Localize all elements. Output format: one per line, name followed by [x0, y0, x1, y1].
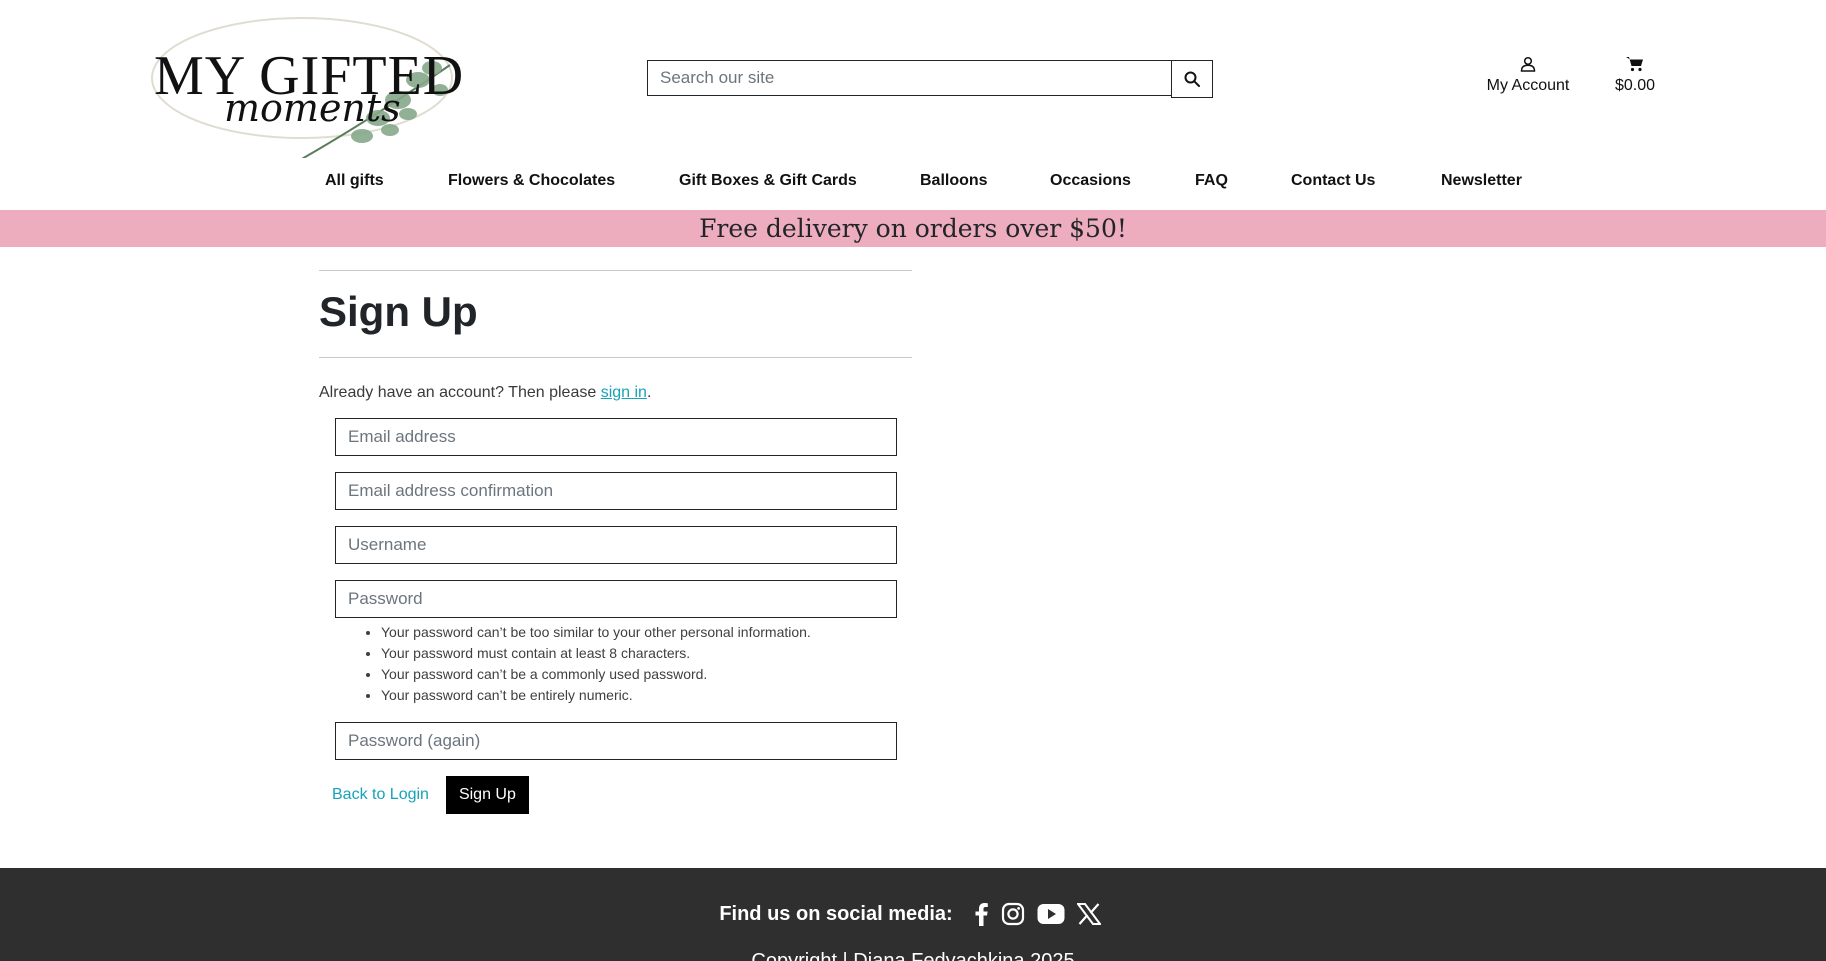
promo-banner: Free delivery on orders over $50!	[0, 210, 1826, 247]
nav-flowers-chocolates[interactable]: Flowers & Chocolates	[448, 172, 615, 190]
email-field[interactable]	[335, 418, 897, 457]
sign-in-link[interactable]: sign in	[601, 384, 647, 401]
site-logo[interactable]: MY GIFTED moments	[150, 10, 466, 158]
nav-faq[interactable]: FAQ	[1195, 172, 1228, 190]
social-links: Find us on social media:	[0, 902, 1826, 926]
site-search	[647, 60, 1213, 98]
instagram-icon[interactable]	[1001, 902, 1025, 926]
signup-section: Sign Up Already have an account? Then pl…	[319, 270, 912, 815]
search-button[interactable]	[1171, 60, 1213, 98]
sign-up-button[interactable]: Sign Up	[445, 776, 529, 815]
password-help-item: Your password can’t be too similar to yo…	[381, 622, 912, 643]
x-icon[interactable]	[1076, 903, 1101, 925]
username-field[interactable]	[335, 526, 897, 565]
search-input[interactable]	[647, 60, 1171, 96]
nav-all-gifts[interactable]: All gifts	[325, 172, 384, 190]
form-actions: Back to Login Sign Up	[332, 776, 912, 815]
password-help-item: Your password must contain at least 8 ch…	[381, 643, 912, 664]
page-title: Sign Up	[319, 288, 478, 335]
back-to-login-link[interactable]: Back to Login	[332, 786, 429, 804]
my-account-label: My Account	[1486, 77, 1570, 94]
nav-gift-boxes-gift-cards[interactable]: Gift Boxes & Gift Cards	[679, 172, 857, 190]
youtube-icon[interactable]	[1037, 903, 1065, 925]
signin-prompt-text: Already have an account? Then please	[319, 384, 601, 402]
my-account-link[interactable]: My Account	[1485, 56, 1571, 95]
divider-top	[319, 270, 912, 271]
signup-form: Your password can’t be too similar to yo…	[319, 418, 912, 815]
facebook-icon[interactable]	[973, 902, 989, 926]
password-help-item: Your password can’t be a commonly used p…	[381, 664, 912, 685]
copyright: Copyright | Diana Fedyachkina 2025	[751, 950, 1075, 961]
logo-script-text: moments	[224, 86, 401, 130]
signin-prompt: Already have an account? Then please sig…	[319, 384, 912, 402]
password-again-field[interactable]	[335, 722, 897, 761]
cart-link[interactable]: $0.00	[1610, 56, 1660, 95]
nav-balloons[interactable]: Balloons	[920, 172, 988, 190]
nav-newsletter[interactable]: Newsletter	[1441, 172, 1522, 190]
search-icon	[1184, 71, 1200, 87]
nav-occasions[interactable]: Occasions	[1050, 172, 1131, 190]
cart-total: $0.00	[1614, 77, 1656, 94]
password-field[interactable]	[335, 580, 897, 619]
main-nav: All gifts Flowers & Chocolates Gift Boxe…	[0, 172, 1826, 194]
site-footer: Find us on social media: Copyright | Dia…	[0, 868, 1826, 961]
signin-prompt-end: .	[646, 384, 652, 402]
password-help-item: Your password can’t be entirely numeric.	[381, 685, 912, 706]
password-help-list: Your password can’t be too similar to yo…	[335, 622, 912, 706]
email-confirm-field[interactable]	[335, 472, 897, 511]
nav-contact-us[interactable]: Contact Us	[1291, 172, 1375, 190]
cart-icon	[1626, 57, 1643, 72]
user-icon	[1520, 56, 1536, 72]
site-header: MY GIFTED moments My Account $0.00 All g…	[0, 0, 1826, 210]
divider-bottom	[319, 357, 912, 359]
social-label: Find us on social media:	[719, 902, 953, 925]
